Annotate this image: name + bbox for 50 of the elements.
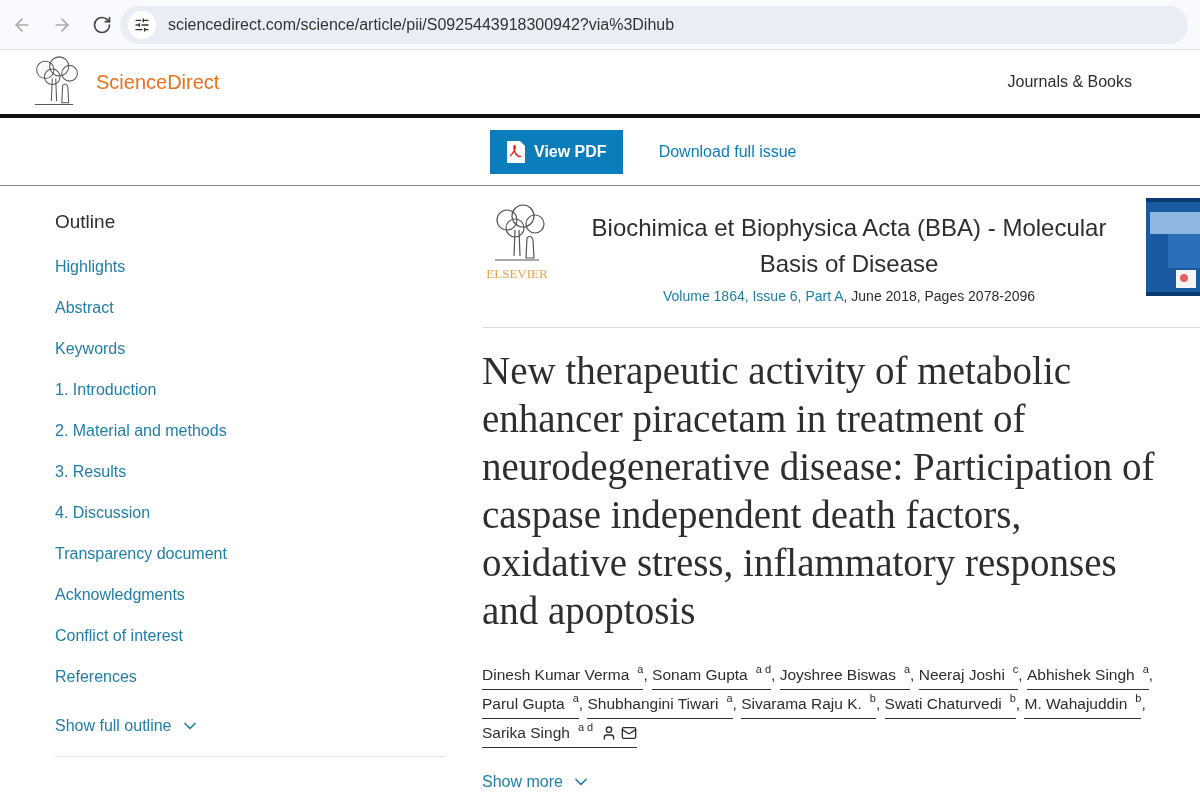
author-link[interactable]: Sivarama Raju K. $^{b}$ — [741, 690, 876, 719]
comma: , — [910, 666, 916, 683]
author-link[interactable]: Neeraj Joshi $^{c}$ — [918, 661, 1019, 690]
author-link[interactable]: Parul Gupta $^{a}$ — [482, 690, 579, 719]
outline-link[interactable]: Highlights — [55, 254, 126, 279]
outline-heading: Outline — [55, 210, 117, 234]
journal-title[interactable]: Biochimica et Biophysica Acta (BBA) - Molecular Basis of Disease — [564, 210, 1134, 282]
outline-link[interactable]: Keywords — [55, 336, 126, 361]
download-issue-link[interactable]: Download full issue — [658, 139, 797, 164]
author-link[interactable]: Joyshree Biswas $^{a}$ — [779, 661, 911, 690]
comma: , — [771, 666, 777, 683]
outline-link[interactable]: 1. Introduction — [55, 377, 157, 402]
comma: , — [1015, 695, 1022, 712]
author-link[interactable]: Shubhangini Tiwari $^{a}$ — [587, 690, 733, 719]
article-title: New therapeutic activity of metabolic enhancer piracetam in treatment of neurodegenerative disease: Participation of caspase independent death factors, oxidative stress, inflammatory responses and apoptosis — [482, 348, 1156, 635]
comma: , — [643, 666, 649, 683]
journals-books-link[interactable]: Journals & Books — [1007, 70, 1132, 94]
author-link[interactable]: Abhishek Singh $^{a}$ — [1026, 661, 1149, 690]
outline-link[interactable]: Acknowledgments — [55, 582, 185, 607]
publisher-name: ELSEVIER — [486, 265, 548, 283]
show-full-outline-button[interactable]: Show full outline — [55, 713, 200, 738]
outline-link[interactable]: 3. Results — [55, 459, 127, 484]
comma: , — [1148, 666, 1154, 683]
url-text: sciencedirect.com/science/article/pii/S0925443918300942?via%3Dihub — [168, 14, 675, 35]
outline-link[interactable]: Conflict of interest — [55, 623, 184, 648]
outline-link[interactable]: Abstract — [55, 295, 114, 320]
site-logo[interactable]: ScienceDirect — [96, 67, 220, 97]
author-link[interactable]: Sarika Singh $^{a d}$ — [482, 719, 638, 748]
reload-icon[interactable] — [92, 14, 112, 35]
view-pdf-button[interactable]: View PDF — [490, 129, 623, 174]
pdf-icon — [506, 139, 526, 164]
mail-icon — [621, 724, 638, 741]
show-more-button[interactable]: Show more — [482, 770, 591, 794]
outline-link[interactable]: References — [55, 664, 137, 689]
comma: , — [578, 695, 585, 712]
address-bar[interactable]: sciencedirect.com/science/article/pii/S0925443918300942?via%3Dihub — [120, 5, 1188, 44]
comma: , — [875, 695, 882, 712]
issue-link[interactable]: Volume 1864, Issue 6, Part A — [662, 288, 844, 304]
comma: , — [1018, 666, 1024, 683]
author-link[interactable]: Sonam Gupta $^{a d}$ — [652, 661, 771, 690]
outline-link[interactable]: 2. Material and methods — [55, 418, 227, 443]
issue-info: Volume 1864, Issue 6, Part A, June 2018, Pages 2078-2096 — [662, 287, 1036, 306]
comma: , — [1141, 695, 1146, 712]
site-settings-icon[interactable] — [128, 10, 156, 39]
comma: , — [732, 695, 738, 712]
author-link[interactable]: M. Wahajuddin $^{b}$ — [1024, 690, 1142, 719]
outline-link[interactable]: Transparency document — [55, 541, 227, 566]
author-link[interactable]: Dinesh Kumar Verma $^{a}$ — [482, 661, 644, 690]
outline-link[interactable]: 4. Discussion — [55, 500, 151, 525]
author-link[interactable]: Swati Chaturvedi $^{b}$ — [884, 690, 1016, 719]
